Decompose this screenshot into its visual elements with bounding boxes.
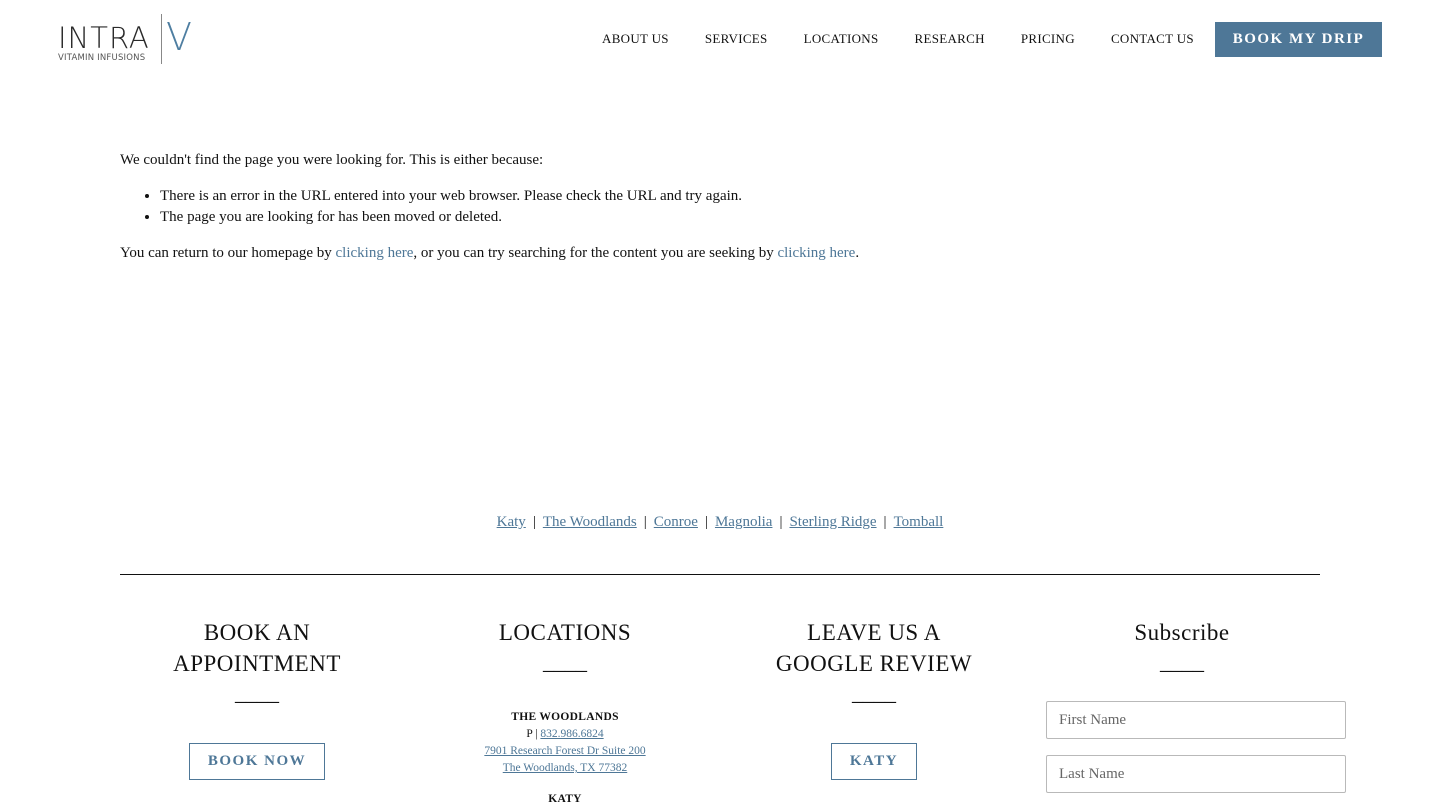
- nav-about-us[interactable]: ABOUT US: [602, 31, 669, 47]
- nav-pricing[interactable]: PRICING: [1021, 31, 1075, 47]
- logo-mark: V: [166, 15, 192, 59]
- locations-heading: LOCATIONS: [498, 620, 632, 645]
- separator: |: [883, 514, 887, 530]
- reason-item: There is an error in the URL entered int…: [160, 186, 1320, 207]
- footer-divider: [120, 574, 1320, 575]
- first-name-field[interactable]: [1046, 701, 1346, 739]
- review-heading: LEAVE US A GOOGLE REVIEW: [734, 617, 1014, 679]
- woodlands-phone-link[interactable]: 832.986.6824: [540, 728, 603, 740]
- book-heading-line1: BOOK AN: [203, 620, 311, 645]
- location-link-tomball[interactable]: Tomball: [894, 514, 944, 530]
- location-link-the-woodlands[interactable]: The Woodlands: [543, 514, 637, 530]
- heading-underline: ____: [852, 680, 896, 705]
- book-now-button[interactable]: BOOK NOW: [189, 743, 325, 780]
- separator: |: [704, 514, 708, 530]
- location-links: Katy | The Woodlands | Conroe | Magnolia | Sterl…: [0, 512, 1440, 532]
- logo-wordmark: INTRA: [58, 21, 150, 55]
- separator: |: [532, 514, 536, 530]
- separator: |: [643, 514, 647, 530]
- review-heading-line2: GOOGLE REVIEW: [775, 651, 973, 676]
- nav-locations[interactable]: LOCATIONS: [804, 31, 879, 47]
- book-my-drip-button[interactable]: BOOK MY DRIP: [1215, 22, 1382, 57]
- footer-subscribe-column: Subscribe ____: [1042, 617, 1322, 674]
- reason-item: The page you are looking for has been mo…: [160, 207, 1320, 228]
- book-heading: BOOK AN APPOINTMENT: [117, 617, 397, 679]
- review-katy-button[interactable]: KATY: [831, 743, 917, 780]
- main-nav: ABOUT US SERVICES LOCATIONS RESEARCH PRI…: [602, 31, 1194, 47]
- intro-text: We couldn't find the page you were looki…: [120, 152, 544, 168]
- separator: |: [779, 514, 783, 530]
- location-name-woodlands: THE WOODLANDS: [511, 711, 619, 723]
- last-name-field[interactable]: [1046, 755, 1346, 793]
- site-header: INTRA V VITAMIN INFUSIONS ABOUT US SERVI…: [0, 0, 1440, 80]
- nav-research[interactable]: RESEARCH: [915, 31, 985, 47]
- intrav-logo[interactable]: INTRA V VITAMIN INFUSIONS: [58, 14, 198, 66]
- heading-underline: ____: [1160, 649, 1204, 674]
- review-heading-line1: LEAVE US A: [807, 620, 941, 645]
- reasons-list: There is an error in the URL entered int…: [160, 186, 1320, 228]
- footer-book-column: BOOK AN APPOINTMENT ____: [117, 617, 397, 705]
- return-prefix: You can return to our homepage by: [120, 245, 336, 261]
- logo-tagline: VITAMIN INFUSIONS: [58, 53, 146, 63]
- return-suffix: .: [855, 245, 860, 261]
- footer-locations-column: LOCATIONS ____: [425, 617, 705, 674]
- return-text: You can return to our homepage by clicki…: [120, 243, 1320, 264]
- heading-underline: ____: [543, 649, 587, 674]
- search-link[interactable]: clicking here: [777, 245, 855, 261]
- footer-review-column: LEAVE US A GOOGLE REVIEW ____: [734, 617, 1014, 705]
- heading-underline: ____: [235, 680, 279, 705]
- not-found-content: We couldn't find the page you were looki…: [120, 150, 1320, 279]
- woodlands-address-line2[interactable]: The Woodlands, TX 77382: [503, 762, 628, 774]
- nav-services[interactable]: SERVICES: [705, 31, 768, 47]
- location-phone-row: P | 832.986.6824: [425, 726, 705, 743]
- location-link-conroe[interactable]: Conroe: [654, 514, 698, 530]
- homepage-link[interactable]: clicking here: [336, 245, 414, 261]
- location-name-katy: KATY: [548, 793, 582, 805]
- phone-prefix: P |: [526, 728, 541, 740]
- return-middle: , or you can try searching for the conte…: [413, 245, 778, 261]
- logo-divider: [161, 14, 162, 64]
- nav-contact-us[interactable]: CONTACT US: [1111, 31, 1194, 47]
- subscribe-heading: Subscribe: [1134, 620, 1230, 645]
- book-heading-line2: APPOINTMENT: [173, 651, 341, 676]
- location-details: THE WOODLANDS P | 832.986.6824 7901 Rese…: [425, 709, 705, 808]
- location-link-sterling-ridge[interactable]: Sterling Ridge: [789, 514, 876, 530]
- woodlands-address-line1[interactable]: 7901 Research Forest Dr Suite 200: [484, 745, 645, 757]
- location-link-katy[interactable]: Katy: [497, 514, 526, 530]
- location-link-magnolia[interactable]: Magnolia: [715, 514, 773, 530]
